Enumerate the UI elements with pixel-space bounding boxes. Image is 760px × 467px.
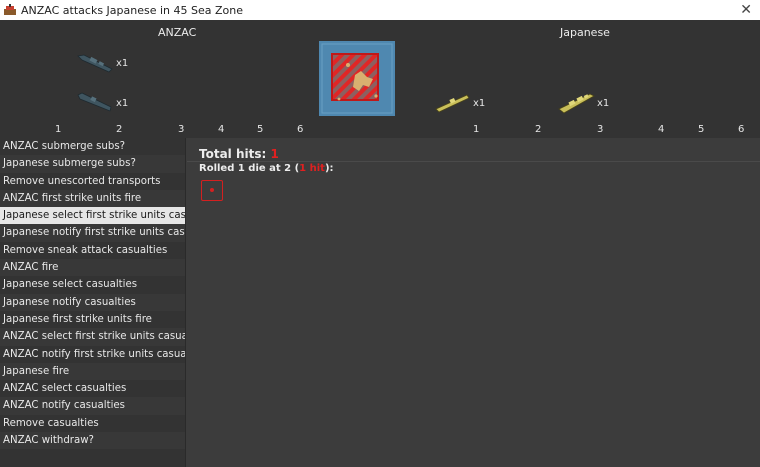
- defender-name: Japanese: [560, 26, 610, 39]
- attacker-column-6: 6: [297, 124, 304, 135]
- attacker-column-1: 1: [55, 124, 62, 135]
- battle-step-item[interactable]: Japanese first strike units fire: [0, 311, 185, 328]
- die-pip: [210, 188, 214, 192]
- submarine-icon: [435, 94, 470, 113]
- app-icon: [4, 4, 16, 15]
- attacker-unit-submarine[interactable]: x1: [76, 90, 128, 117]
- defender-column-6: 6: [738, 124, 745, 135]
- defender-unit-submarine[interactable]: x1: [433, 90, 485, 117]
- defender-column-1: 1: [473, 124, 480, 135]
- battle-step-item[interactable]: Japanese notify casualties: [0, 293, 185, 311]
- attacker-column-5: 5: [257, 124, 264, 135]
- battle-step-item[interactable]: ANZAC notify first strike units casualti…: [0, 346, 185, 363]
- total-hits-label: Total hits:: [199, 147, 267, 161]
- roll-suffix: ):: [324, 163, 334, 174]
- defender-column-2: 2: [535, 124, 542, 135]
- close-icon[interactable]: ✕: [740, 1, 752, 19]
- roll-hits: 1 hit: [299, 163, 325, 174]
- title-bar: ANZAC attacks Japanese in 45 Sea Zone ✕: [0, 0, 760, 20]
- total-hits: Total hits: 1: [199, 147, 279, 161]
- battle-step-item[interactable]: Japanese fire: [0, 362, 185, 381]
- attacker-unit-destroyer[interactable]: x1: [76, 50, 128, 77]
- unit-count: x1: [597, 98, 610, 109]
- die-face: [201, 180, 223, 201]
- battle-step-item[interactable]: ANZAC submerge subs?: [0, 138, 185, 155]
- territory-image: [319, 41, 395, 116]
- battle-step-item[interactable]: Remove casualties: [0, 415, 185, 432]
- battle-step-item[interactable]: Japanese submerge subs?: [0, 155, 185, 173]
- destroyer-icon: [77, 54, 113, 73]
- battle-step-item[interactable]: ANZAC fire: [0, 259, 185, 277]
- defender-unit-destroyer[interactable]: x1: [557, 90, 609, 117]
- battle-step-item[interactable]: Remove sneak attack casualties: [0, 242, 185, 259]
- battle-step-item[interactable]: Remove unescorted transports: [0, 173, 185, 190]
- roll-prefix: Rolled 1 die at 2 (: [199, 163, 300, 174]
- battle-step-item[interactable]: Japanese notify first strike units casua…: [0, 224, 185, 242]
- unit-count: x1: [116, 98, 129, 109]
- defender-column-4: 4: [658, 124, 665, 135]
- battle-step-item[interactable]: ANZAC first strike units fire: [0, 189, 185, 208]
- battle-steps-list[interactable]: ANZAC submerge subs? Japanese submerge su…: [0, 138, 186, 467]
- battle-step-item[interactable]: ANZAC notify casualties: [0, 397, 185, 415]
- attacker-column-3: 3: [178, 124, 185, 135]
- battle-step-item[interactable]: Japanese select casualties: [0, 276, 185, 293]
- window-title: ANZAC attacks Japanese in 45 Sea Zone: [21, 3, 244, 17]
- destroyer-icon: [558, 93, 595, 114]
- battle-step-item[interactable]: Japanese select first strike units casua…: [0, 207, 185, 225]
- divider: [187, 161, 760, 162]
- dice-results-panel: Total hits: 1 Rolled 1 die at 2 (1 hit):: [187, 138, 760, 467]
- battle-step-item[interactable]: ANZAC select first strike units casualti…: [0, 328, 185, 346]
- unit-count: x1: [116, 58, 129, 69]
- roll-description: Rolled 1 die at 2 (1 hit):: [199, 163, 334, 174]
- defender-column-5: 5: [698, 124, 705, 135]
- attacker-column-4: 4: [218, 124, 225, 135]
- battle-step-item[interactable]: ANZAC select casualties: [0, 380, 185, 397]
- attacker-name: ANZAC: [158, 26, 197, 39]
- battle-step-item[interactable]: ANZAC withdraw?: [0, 432, 185, 450]
- submarine-icon: [77, 92, 112, 112]
- battle-display: ANZAC Japanese x1 x1 x1 x1 1 2 3 4 5 6 1…: [0, 20, 760, 138]
- attacker-column-2: 2: [116, 124, 123, 135]
- unit-count: x1: [473, 98, 486, 109]
- defender-column-3: 3: [597, 124, 604, 135]
- total-hits-value: 1: [270, 147, 279, 161]
